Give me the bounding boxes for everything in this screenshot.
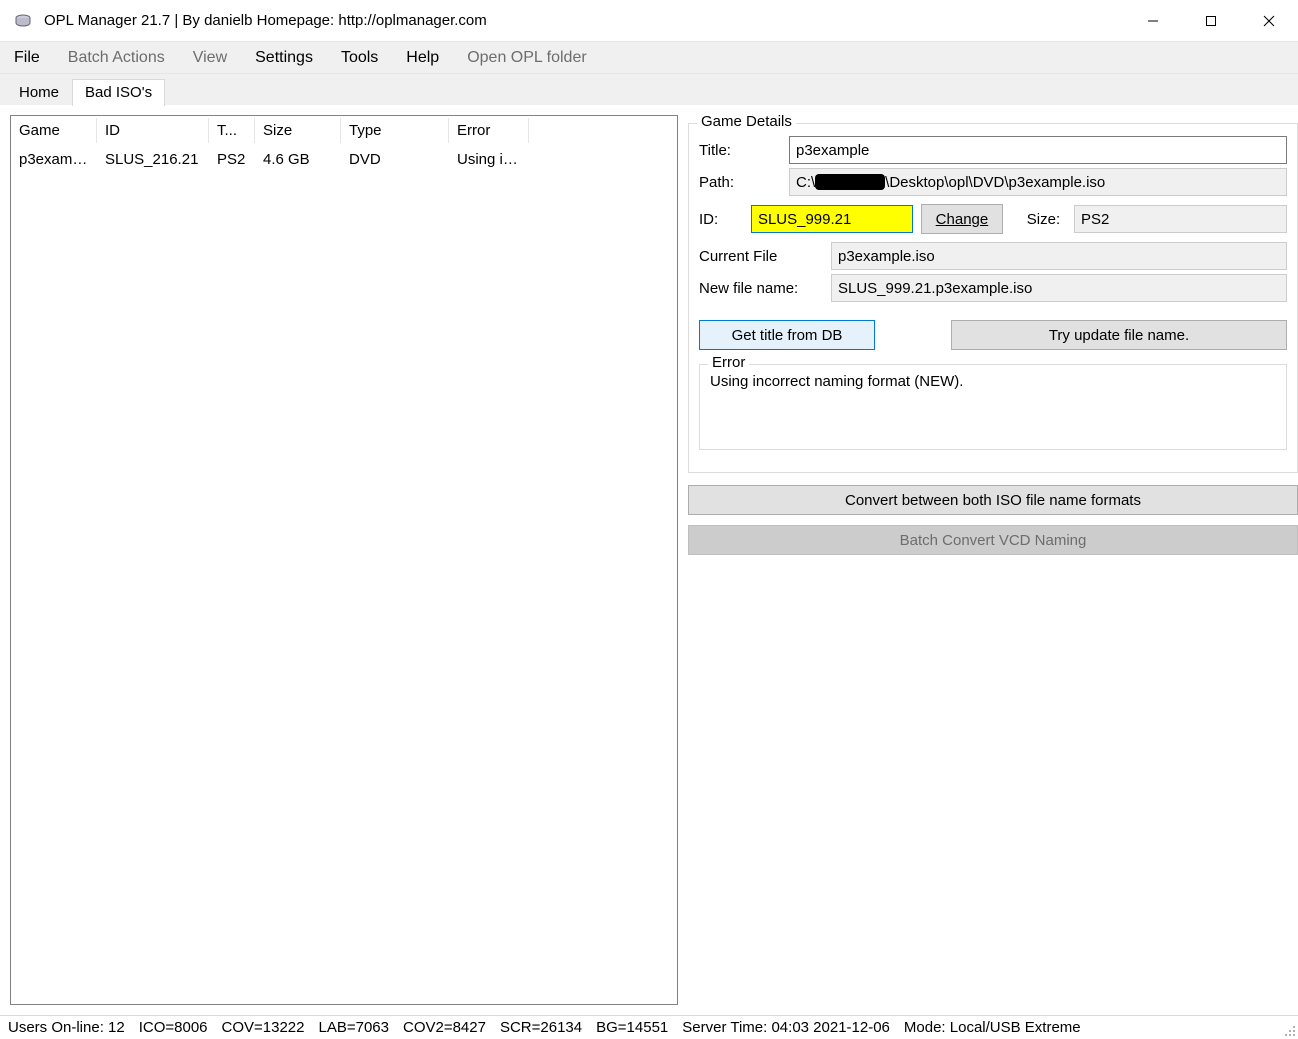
title-label: Title: bbox=[699, 142, 781, 159]
game-details-group: Game Details Title: Path: C:\\Desktop\op… bbox=[688, 123, 1298, 473]
status-lab: LAB=7063 bbox=[319, 1019, 389, 1036]
resize-grip-icon[interactable] bbox=[1282, 1023, 1296, 1037]
cell-error: Using in... bbox=[449, 147, 529, 172]
cell-type: DVD bbox=[341, 147, 449, 172]
status-server-time: Server Time: 04:03 2021-12-06 bbox=[682, 1019, 890, 1036]
current-file-field bbox=[831, 242, 1287, 270]
cell-id: SLUS_216.21 bbox=[97, 147, 209, 172]
status-ico: ICO=8006 bbox=[139, 1019, 208, 1036]
status-bg: BG=14551 bbox=[596, 1019, 668, 1036]
menu-settings[interactable]: Settings bbox=[255, 49, 313, 67]
menu-file[interactable]: File bbox=[14, 49, 40, 67]
id-label: ID: bbox=[699, 211, 743, 228]
new-file-label: New file name: bbox=[699, 280, 823, 297]
path-field: C:\\Desktop\opl\DVD\p3example.iso bbox=[789, 168, 1287, 196]
statusbar: Users On-line: 12 ICO=8006 COV=13222 LAB… bbox=[0, 1015, 1298, 1039]
path-label: Path: bbox=[699, 174, 781, 191]
col-size[interactable]: Size bbox=[255, 118, 341, 143]
app-icon bbox=[14, 14, 32, 28]
status-scr: SCR=26134 bbox=[500, 1019, 582, 1036]
maximize-button[interactable] bbox=[1182, 2, 1240, 40]
minimize-button[interactable] bbox=[1124, 2, 1182, 40]
id-input[interactable] bbox=[751, 205, 913, 233]
menu-help[interactable]: Help bbox=[406, 49, 439, 67]
size-label: Size: bbox=[1027, 211, 1066, 228]
window-title: OPL Manager 21.7 | By danielb Homepage: … bbox=[44, 12, 1124, 29]
error-group: Error Using incorrect naming format (NEW… bbox=[699, 364, 1287, 450]
col-game[interactable]: Game bbox=[11, 118, 97, 143]
menu-batch-actions[interactable]: Batch Actions bbox=[68, 49, 165, 67]
menu-tools[interactable]: Tools bbox=[341, 49, 378, 67]
redacted-path bbox=[815, 174, 885, 190]
col-error[interactable]: Error bbox=[449, 118, 529, 143]
menubar: File Batch Actions View Settings Tools H… bbox=[0, 42, 1298, 74]
error-legend: Error bbox=[708, 354, 749, 371]
tab-home[interactable]: Home bbox=[6, 79, 72, 106]
col-platform[interactable]: T... bbox=[209, 118, 255, 143]
table-row[interactable]: p3example SLUS_216.21 PS2 4.6 GB DVD Usi… bbox=[11, 144, 677, 174]
tab-bad-isos[interactable]: Bad ISO's bbox=[72, 79, 165, 106]
menu-open-opl-folder[interactable]: Open OPL folder bbox=[467, 49, 586, 67]
size-field bbox=[1074, 205, 1287, 233]
title-input[interactable] bbox=[789, 136, 1287, 164]
bad-iso-table: Game ID T... Size Type Error p3example S… bbox=[10, 115, 678, 1005]
cell-game: p3example bbox=[11, 147, 97, 172]
new-file-field bbox=[831, 274, 1287, 302]
try-update-file-name-button[interactable]: Try update file name. bbox=[951, 320, 1287, 350]
col-id[interactable]: ID bbox=[97, 118, 209, 143]
batch-convert-vcd-button: Batch Convert VCD Naming bbox=[688, 525, 1298, 555]
cell-size: 4.6 GB bbox=[255, 147, 341, 172]
tabstrip: Home Bad ISO's bbox=[0, 74, 1298, 105]
convert-iso-formats-button[interactable]: Convert between both ISO file name forma… bbox=[688, 485, 1298, 515]
get-title-from-db-button[interactable]: Get title from DB bbox=[699, 320, 875, 350]
status-users: Users On-line: 12 bbox=[8, 1019, 125, 1036]
close-button[interactable] bbox=[1240, 2, 1298, 40]
col-type[interactable]: Type bbox=[341, 118, 449, 143]
status-cov2: COV2=8427 bbox=[403, 1019, 486, 1036]
game-details-legend: Game Details bbox=[697, 113, 796, 130]
status-cov: COV=13222 bbox=[222, 1019, 305, 1036]
cell-platform: PS2 bbox=[209, 147, 255, 172]
change-button[interactable]: Change bbox=[921, 204, 1003, 234]
status-mode: Mode: Local/USB Extreme bbox=[904, 1019, 1081, 1036]
error-text: Using incorrect naming format (NEW). bbox=[710, 373, 1276, 390]
current-file-label: Current File bbox=[699, 248, 823, 265]
menu-view[interactable]: View bbox=[193, 49, 227, 67]
titlebar: OPL Manager 21.7 | By danielb Homepage: … bbox=[0, 0, 1298, 42]
